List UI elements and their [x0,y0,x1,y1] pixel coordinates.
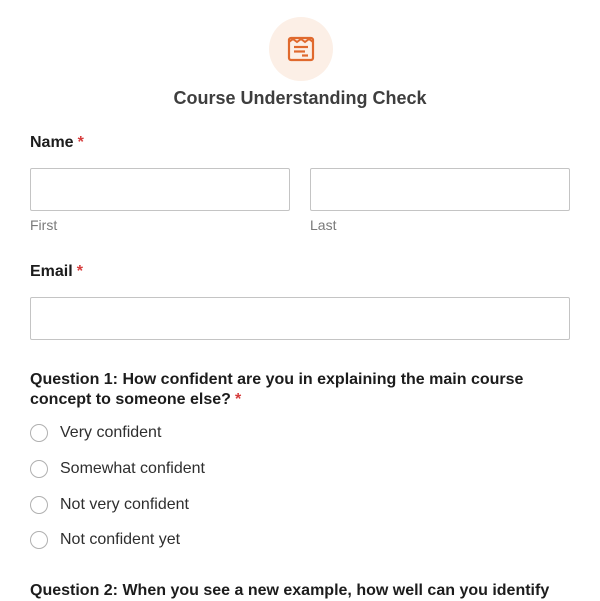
required-marker: * [76,263,83,280]
name-label: Name * [30,134,84,152]
option-label: Very confident [60,424,162,441]
option-label: Not very confident [60,496,189,513]
email-label: Email * [30,263,83,281]
question-1-option[interactable]: Very confident [30,423,161,443]
required-marker: * [77,134,84,151]
form-document-icon [287,36,315,62]
radio-button[interactable] [30,531,48,549]
question-1-option[interactable]: Somewhat confident [30,459,205,479]
name-label-text: Name [30,134,74,151]
first-name-sublabel: First [30,217,58,233]
question-1-option[interactable]: Not confident yet [30,530,180,550]
option-label: Somewhat confident [60,460,205,477]
radio-button[interactable] [30,424,48,442]
last-name-sublabel: Last [310,217,337,233]
last-name-input[interactable] [310,168,570,211]
email-input[interactable] [30,297,570,340]
question-2-text: Question 2: When you see a new example, … [30,582,550,599]
required-marker: * [234,391,242,408]
question-2-label: Question 2: When you see a new example, … [30,581,570,601]
option-label: Not confident yet [60,531,181,548]
form-logo [269,17,333,81]
question-1-text: Question 1: How confident are you in exp… [30,371,524,408]
radio-button[interactable] [30,460,48,478]
question-1-option[interactable]: Not very confident [30,495,189,515]
first-name-input[interactable] [30,168,290,211]
question-1-label: Question 1: How confident are you in exp… [30,370,570,410]
email-label-text: Email [30,263,73,280]
form-title: Course Understanding Check [173,88,427,108]
radio-button[interactable] [30,496,48,514]
